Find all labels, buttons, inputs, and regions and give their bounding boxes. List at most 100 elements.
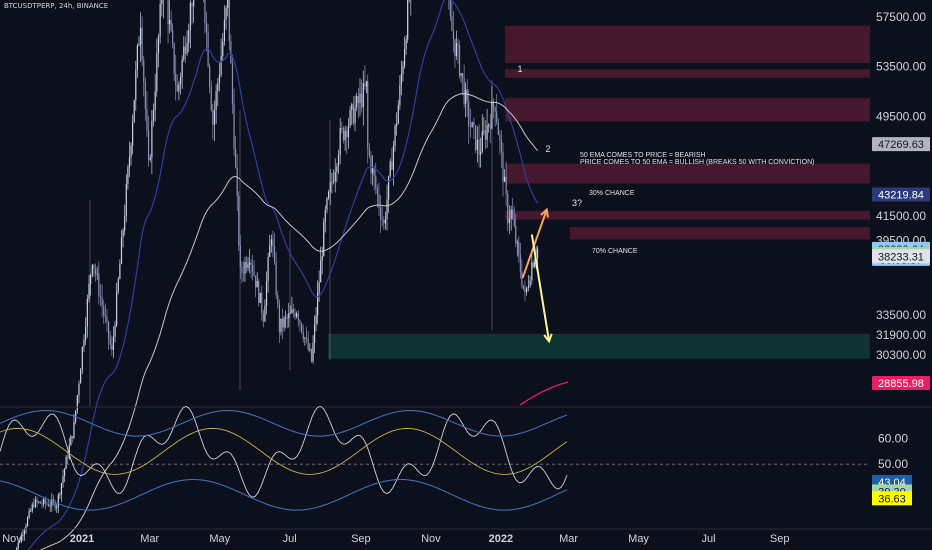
candle-body-54 <box>98 273 100 296</box>
candle-body-240 <box>396 123 398 126</box>
candle-body-292 <box>478 139 480 155</box>
candle-body-243 <box>400 74 403 85</box>
candle-body-223 <box>368 148 370 156</box>
candle-body-134 <box>227 0 229 8</box>
candle-body-177 <box>294 312 296 317</box>
candle-body-147 <box>247 264 249 268</box>
candle-body-180 <box>299 320 301 324</box>
candle-body-131 <box>222 41 224 57</box>
candle-body-89 <box>154 91 156 111</box>
candle-body-28 <box>56 506 58 509</box>
candle-body-52 <box>94 268 97 275</box>
candle-body-296 <box>484 130 487 140</box>
candle-body-18 <box>39 501 41 504</box>
price-tick-0: 57500.00 <box>876 10 926 24</box>
candle-body-179 <box>297 313 299 321</box>
candle-body-10 <box>26 517 29 526</box>
candle-body-144 <box>242 272 245 274</box>
price-chart[interactable]: 50 EMA COMES TO PRICE = BEARISHPRICE COM… <box>0 0 932 550</box>
candle-body-149 <box>250 262 252 265</box>
candle-body-304 <box>497 122 499 135</box>
candle-body-293 <box>480 151 482 155</box>
candle-body-141 <box>238 196 240 246</box>
wave-label-1: 1 <box>517 64 522 74</box>
candle-body-198 <box>327 192 330 199</box>
candle-body-98 <box>168 19 171 24</box>
candle-body-303 <box>496 111 498 123</box>
candle-body-23 <box>47 504 50 507</box>
candle-body-234 <box>386 199 388 220</box>
time-label-5: Sep <box>351 533 371 545</box>
candle-body-106 <box>181 59 183 78</box>
candle-body-121 <box>205 22 208 32</box>
candle-body-73 <box>128 157 131 168</box>
time-label-0: Nov <box>2 533 22 545</box>
candle-body-208 <box>344 130 346 141</box>
candle-body-82 <box>143 60 145 83</box>
candle-body-210 <box>347 125 350 138</box>
price-tick-2: 49500.00 <box>876 109 926 123</box>
candle-body-287 <box>469 126 472 128</box>
candle-body-178 <box>295 313 298 317</box>
extra-ma-segment <box>519 381 569 406</box>
candle-body-42 <box>78 383 80 396</box>
candle-body-32 <box>62 476 64 484</box>
candle-body-140 <box>236 167 238 197</box>
candle-body-206 <box>341 128 343 129</box>
candle-body-207 <box>342 128 345 141</box>
candle-body-227 <box>375 176 377 188</box>
candle-body-185 <box>307 338 309 350</box>
candle-body-313 <box>512 209 514 219</box>
supply-zone-3 <box>505 163 870 184</box>
candle-body-102 <box>175 74 177 85</box>
candle-body-142 <box>239 245 241 267</box>
candle-body-200 <box>331 181 333 183</box>
candle-body-137 <box>231 63 234 104</box>
candle-body-72 <box>127 167 129 184</box>
candle-body-214 <box>354 107 356 124</box>
time-label-9: May <box>628 533 649 545</box>
candle-body-237 <box>391 161 393 170</box>
price-tag-5: 28855.98 <box>878 378 924 390</box>
candle-body-110 <box>188 29 190 44</box>
candle-body-165 <box>275 261 277 296</box>
candle-body-277 <box>454 38 456 57</box>
candle-body-43 <box>80 369 82 384</box>
wave-label-2: 2 <box>545 144 550 154</box>
candle-body-190 <box>315 315 317 325</box>
candle-body-312 <box>510 209 512 219</box>
candle-body-55 <box>99 295 102 298</box>
candle-body-88 <box>152 110 155 121</box>
candle-body-50 <box>91 264 93 275</box>
candle-body-183 <box>304 337 306 339</box>
candle-body-225 <box>371 168 374 174</box>
supply-zone-4 <box>505 210 870 220</box>
time-label-2: Mar <box>140 533 159 545</box>
candle-body-109 <box>186 43 188 54</box>
candle-body-17 <box>38 501 40 503</box>
candle-body-317 <box>518 242 520 255</box>
candle-body-29 <box>57 494 59 507</box>
candle-body-62 <box>111 344 113 350</box>
candle-body-286 <box>468 100 470 127</box>
candle-body-56 <box>101 297 103 307</box>
candle-body-81 <box>141 27 143 61</box>
candle-body-160 <box>267 256 269 281</box>
candle-body-59 <box>106 316 108 322</box>
candle-body-189 <box>313 324 316 343</box>
annotation-bearish-note: 50 EMA COMES TO PRICE = BEARISH <box>580 152 706 159</box>
candle-body-70 <box>124 216 126 231</box>
candle-body-323 <box>527 286 529 288</box>
candle-body-20 <box>43 499 45 505</box>
candle-body-275 <box>451 15 453 31</box>
candle-body-220 <box>364 83 366 87</box>
candle-body-35 <box>67 457 69 459</box>
candle-body-8 <box>23 530 26 536</box>
time-label-11: Sep <box>770 533 790 545</box>
candle-body-157 <box>262 312 264 322</box>
candle-body-9 <box>25 525 27 531</box>
osc-tick-1: 50.00 <box>878 457 908 471</box>
candle-body-22 <box>46 503 48 505</box>
time-label-3: May <box>209 533 230 545</box>
candle-body-211 <box>349 109 351 126</box>
